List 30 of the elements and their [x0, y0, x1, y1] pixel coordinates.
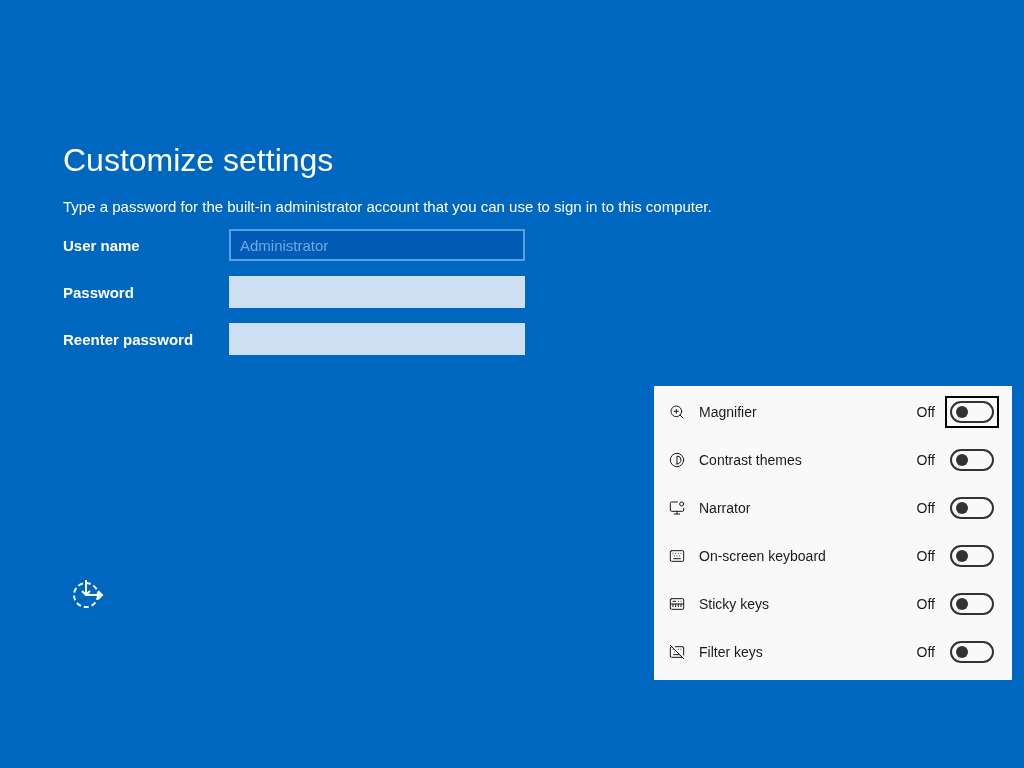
- contrast-icon: [669, 452, 685, 468]
- option-label: On-screen keyboard: [699, 548, 827, 564]
- state-text: Off: [916, 452, 935, 468]
- page-title: Customize settings: [63, 141, 334, 180]
- monitor-icon: [669, 500, 685, 516]
- option-label: Magnifier: [699, 404, 758, 420]
- option-label: Filter keys: [699, 644, 764, 660]
- toggle-switch[interactable]: [950, 593, 994, 615]
- description-text: Type a password for the built-in administrator account that you can use to sign in to this computer.: [63, 197, 712, 217]
- option-label: Contrast themes: [699, 452, 803, 468]
- option-label: Sticky keys: [699, 596, 770, 612]
- zoom-in-icon: [669, 404, 685, 420]
- state-text: Off: [916, 548, 935, 564]
- text-field[interactable]: [229, 276, 525, 308]
- keyboard-icon: [669, 596, 685, 612]
- state-text: Off: [916, 500, 935, 516]
- field-label: Password: [63, 283, 135, 301]
- state-text: Off: [916, 644, 935, 660]
- toggle-switch[interactable]: [950, 497, 994, 519]
- state-text: Off: [916, 404, 935, 420]
- field-label: User name: [63, 236, 141, 254]
- state-text: Off: [916, 596, 935, 612]
- keyboard-icon: [669, 548, 685, 564]
- keyboard-icon: [669, 644, 685, 660]
- toggle-switch[interactable]: [950, 641, 994, 663]
- text-field[interactable]: [229, 323, 525, 355]
- field-label: Reenter password: [63, 330, 195, 348]
- option-label: Narrator: [699, 500, 752, 516]
- toggle-switch[interactable]: [950, 545, 994, 567]
- toggle-switch[interactable]: [950, 449, 994, 471]
